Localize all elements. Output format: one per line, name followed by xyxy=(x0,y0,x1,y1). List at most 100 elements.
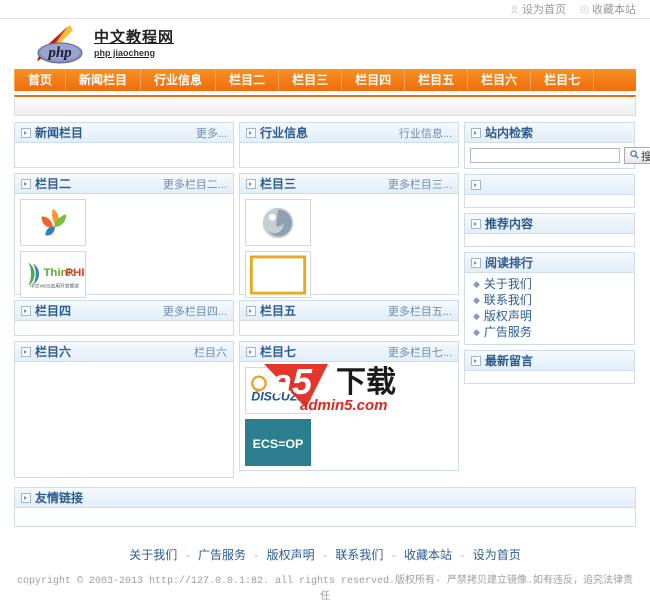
panel-more-link[interactable]: 更多栏目四... xyxy=(163,303,227,319)
panel-header: 推荐内容 xyxy=(465,214,634,234)
panel-title-text: 行业信息 xyxy=(260,126,309,140)
panel-header: 栏目四 更多栏目四... xyxy=(15,301,233,321)
panel-header: 栏目六 栏目六 xyxy=(15,342,233,362)
list-item: ◆ 联系我们 xyxy=(473,292,634,308)
panel-more-link[interactable]: 更多栏目五... xyxy=(388,303,452,319)
footer-link-about-us[interactable]: 关于我们 xyxy=(129,548,177,562)
panel-title-wrap: 栏目七 xyxy=(246,343,296,360)
nav-item-column-6[interactable]: 栏目六 xyxy=(468,69,532,91)
search-button-label: 搜索 xyxy=(641,150,650,163)
thumbnail-discuz-logo[interactable]: 社区动力 DISCUZ! xyxy=(245,367,311,414)
panel-more-link[interactable]: 更多... xyxy=(196,125,227,141)
panel-more-link[interactable]: 更多栏目二... xyxy=(163,176,227,192)
bookmark-site-link[interactable]: 收藏本站 xyxy=(580,1,636,17)
nav-item-column-2[interactable]: 栏目二 xyxy=(216,69,280,91)
panel-latest-messages: 最新留言 xyxy=(464,350,635,384)
panel-column-7: 栏目七 更多栏目七... 社区动力 DISCUZ! ECS=OP xyxy=(239,341,459,471)
logo-title-cn: 中文教程网 xyxy=(94,28,175,46)
panel-column-3: 栏目三 更多栏目三... xyxy=(239,173,459,298)
thumbnail-yellow-box-logo[interactable] xyxy=(245,251,311,298)
svg-text:DISCUZ!: DISCUZ! xyxy=(251,390,301,404)
list-item: ◆ 广告服务 xyxy=(473,324,634,340)
search-button[interactable]: 搜索 xyxy=(624,147,650,164)
panel-body xyxy=(15,362,233,477)
arrow-right-icon: ◆ xyxy=(473,311,480,321)
panel-bullet-icon xyxy=(471,355,481,366)
panel-more-link[interactable]: 更多栏目三... xyxy=(388,176,452,192)
footer-link-ad-service[interactable]: 广告服务 xyxy=(198,548,246,562)
site-logo-link[interactable]: php 中文教程网 php jiaocheng xyxy=(28,23,174,65)
panel-body xyxy=(465,234,634,246)
panel-column-2: 栏目二 更多栏目二... Think PH 中文WEB应用开发框架 xyxy=(14,173,234,298)
footer-link-copyright-statement[interactable]: 版权声明 xyxy=(267,548,315,562)
panel-title-wrap: 栏目四 xyxy=(21,302,71,319)
panel-bullet-icon xyxy=(246,305,256,316)
thumbnail-ecshop-logo[interactable]: ECS=OP xyxy=(245,419,311,466)
svg-text:PHP: PHP xyxy=(65,267,84,279)
nav-item-industry[interactable]: 行业信息 xyxy=(141,69,217,91)
panel-friend-links: 友情链接 xyxy=(14,487,636,527)
list-item: ◆ 关于我们 xyxy=(473,276,634,292)
panel-more-link[interactable]: 行业信息... xyxy=(399,125,452,141)
ranking-link-contact-us[interactable]: 联系我们 xyxy=(484,292,532,308)
nav-item-news[interactable]: 新闻栏目 xyxy=(66,69,142,91)
panel-reading-ranking: 阅读排行 ◆ 关于我们 ◆ 联系我们 ◆ 版权声明 ◆ 广告服务 xyxy=(464,252,635,345)
panel-more-link[interactable]: 更多栏目七... xyxy=(388,344,452,360)
thumbnail-thinkphp-logo[interactable]: Think PHP 中文WEB应用开发框架 xyxy=(20,251,86,298)
site-header: php 中文教程网 php jiaocheng xyxy=(0,19,650,69)
panel-title-wrap: 推荐内容 xyxy=(471,215,533,232)
ranking-link-copyright-statement[interactable]: 版权声明 xyxy=(484,308,532,324)
footer-links: 关于我们 - 广告服务 - 版权声明 - 联系我们 - 收藏本站 - 设为首页 xyxy=(14,532,636,571)
panel-title-wrap: 站内检索 xyxy=(471,124,533,141)
panel-bullet-icon xyxy=(21,305,31,316)
thumbnail-grey-swirl-logo[interactable] xyxy=(245,199,311,246)
panel-more-link[interactable]: 栏目六 xyxy=(194,344,227,360)
thumbnail-flower-petal-logo[interactable] xyxy=(20,199,86,246)
top-utility-bar: 设为首页 收藏本站 xyxy=(0,0,650,19)
nav-item-column-5[interactable]: 栏目五 xyxy=(405,69,469,91)
panel-bullet-icon xyxy=(246,127,256,138)
panel-bullet-icon xyxy=(21,492,31,503)
nav-item-home[interactable]: 首页 xyxy=(14,69,67,91)
search-input[interactable] xyxy=(470,148,620,163)
ranking-link-about-us[interactable]: 关于我们 xyxy=(484,276,532,292)
set-homepage-link[interactable]: 设为首页 xyxy=(510,1,566,17)
panel-bullet-icon xyxy=(471,179,481,190)
panel-bullet-icon xyxy=(471,218,481,229)
primary-navigation: 首页 新闻栏目 行业信息 栏目二 栏目三 栏目四 栏目五 栏目六 栏目七 xyxy=(14,69,636,91)
nav-item-column-7[interactable]: 栏目七 xyxy=(531,69,595,91)
ranking-link-ad-service[interactable]: 广告服务 xyxy=(484,324,532,340)
svg-text:社区动力: 社区动力 xyxy=(277,378,301,386)
panel-title-wrap: 友情链接 xyxy=(21,489,83,506)
list-item: ◆ 版权声明 xyxy=(473,308,634,324)
star-circle-icon xyxy=(580,4,589,14)
left-column: 新闻栏目 更多... 栏目二 更多栏目二... Think PH 中文WEB应用… xyxy=(14,122,234,483)
user-icon xyxy=(510,4,519,14)
panel-title-wrap: 行业信息 xyxy=(246,124,308,141)
svg-text:php: php xyxy=(46,45,72,61)
footer-separator: - xyxy=(391,548,396,562)
panel-title-text: 站内检索 xyxy=(485,126,534,140)
panel-site-search: 站内检索 搜索 xyxy=(464,122,650,169)
panel-title-wrap: 栏目五 xyxy=(246,302,296,319)
right-sidebar: 站内检索 搜索 xyxy=(464,122,650,389)
nav-item-column-3[interactable]: 栏目三 xyxy=(279,69,343,91)
middle-column: 行业信息 行业信息... 栏目三 更多栏目三... 栏目五 更多栏目五... 栏… xyxy=(239,122,459,476)
panel-title-wrap: 新闻栏目 xyxy=(21,124,83,141)
panel-header: 阅读排行 xyxy=(465,253,634,273)
panel-news: 新闻栏目 更多... xyxy=(14,122,234,168)
panel-body xyxy=(15,143,233,167)
footer-link-contact-us[interactable]: 联系我们 xyxy=(335,548,383,562)
panel-body xyxy=(465,371,634,383)
panel-title-text: 推荐内容 xyxy=(485,217,534,231)
footer-link-set-homepage[interactable]: 设为首页 xyxy=(473,548,521,562)
panel-header: 栏目七 更多栏目七... xyxy=(240,342,458,362)
arrow-right-icon: ◆ xyxy=(473,295,480,305)
panel-title-text: 新闻栏目 xyxy=(35,126,84,140)
panel-body xyxy=(240,321,458,335)
footer-separator: - xyxy=(254,548,259,562)
panel-bullet-icon xyxy=(246,346,256,357)
footer-link-bookmark-site[interactable]: 收藏本站 xyxy=(404,548,452,562)
nav-item-column-4[interactable]: 栏目四 xyxy=(342,69,406,91)
svg-text:ECS=OP: ECS=OP xyxy=(253,437,304,451)
